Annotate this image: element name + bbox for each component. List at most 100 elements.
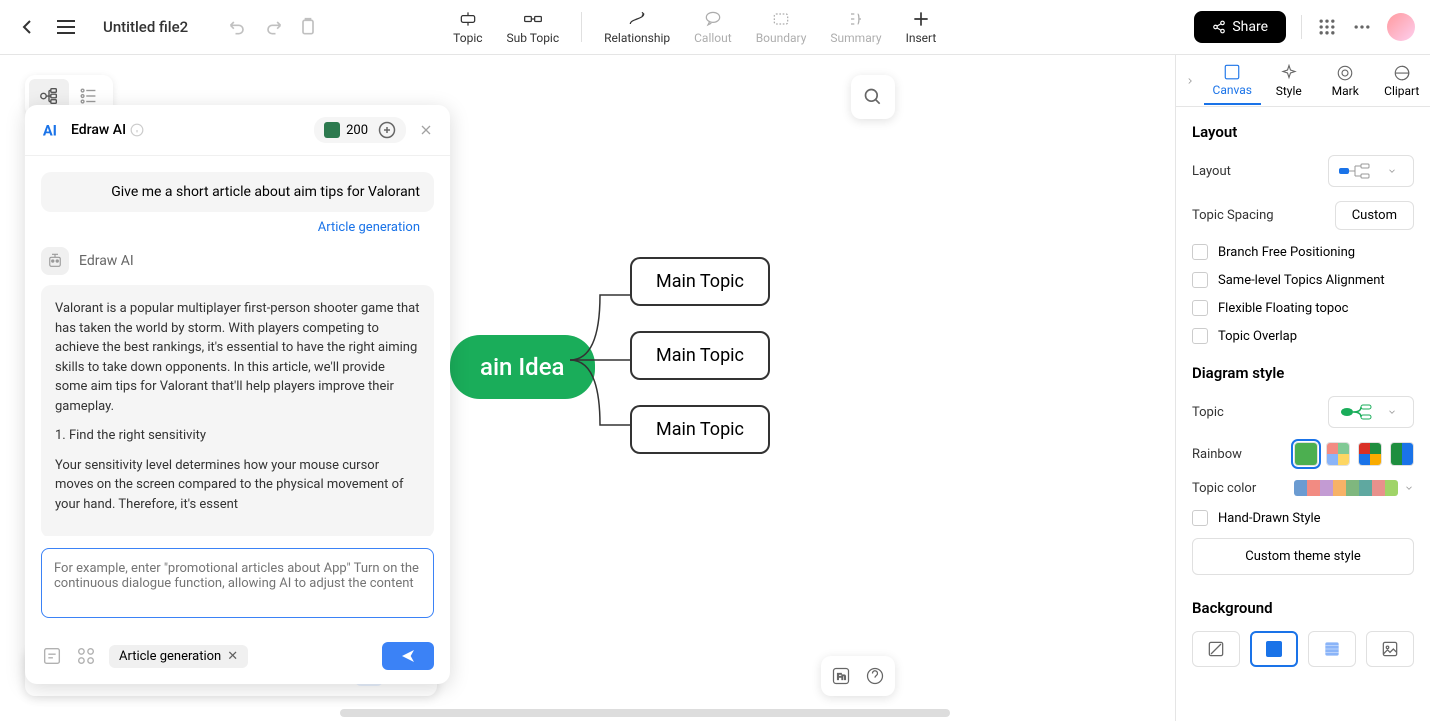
share-button[interactable]: Share xyxy=(1194,11,1286,43)
mindmap-icon xyxy=(38,85,60,107)
horizontal-scrollbar[interactable] xyxy=(340,709,950,717)
insert-button[interactable]: Insert xyxy=(894,4,949,50)
color-bar xyxy=(1294,480,1398,496)
relationship-button[interactable]: Relationship xyxy=(592,4,682,50)
topic-style-selector[interactable] xyxy=(1328,396,1414,428)
file-title[interactable]: Untitled file2 xyxy=(103,18,188,36)
ai-response-header: Edraw AI xyxy=(41,247,434,275)
topic-node-2[interactable]: Main Topic xyxy=(630,331,770,380)
ai-mode-tag: Article generation ✕ xyxy=(109,645,248,668)
no-bg-icon xyxy=(1206,639,1226,659)
checkbox-label: Hand-Drawn Style xyxy=(1218,511,1321,526)
checkbox-hand-drawn[interactable]: Hand-Drawn Style xyxy=(1192,510,1414,526)
rainbow-swatch-1[interactable] xyxy=(1294,442,1318,466)
checkbox[interactable] xyxy=(1192,300,1208,316)
spacing-row: Topic Spacing Custom xyxy=(1192,201,1414,230)
tab-canvas[interactable]: Canvas xyxy=(1204,57,1261,105)
checkbox[interactable] xyxy=(1192,244,1208,260)
rainbow-swatch-2[interactable] xyxy=(1326,442,1350,466)
custom-theme-button[interactable]: Custom theme style xyxy=(1192,538,1414,575)
user-avatar[interactable] xyxy=(1387,13,1415,41)
checkbox[interactable] xyxy=(1192,510,1208,526)
ai-content: Give me a short article about aim tips f… xyxy=(25,156,450,536)
bg-option-pattern[interactable] xyxy=(1308,631,1356,667)
checkbox-flexible[interactable]: Flexible Floating topoc xyxy=(1192,300,1414,316)
search-button[interactable] xyxy=(851,75,895,119)
help-icon[interactable] xyxy=(865,666,885,686)
rainbow-swatches xyxy=(1294,442,1414,466)
callout-button[interactable]: Callout xyxy=(682,4,744,50)
main-idea-node[interactable]: ain Idea xyxy=(450,335,595,399)
checkbox-label: Flexible Floating topoc xyxy=(1218,301,1348,316)
more-icon[interactable] xyxy=(1352,17,1372,37)
info-icon[interactable] xyxy=(130,123,144,137)
redo-button[interactable] xyxy=(263,17,283,37)
checkbox[interactable] xyxy=(1192,272,1208,288)
user-message: Give me a short article about aim tips f… xyxy=(41,172,434,212)
ai-panel-header: AI Edraw AI 200 xyxy=(25,105,450,156)
checkbox-same-level[interactable]: Same-level Topics Alignment xyxy=(1192,272,1414,288)
clipboard-button[interactable] xyxy=(298,17,318,37)
separator xyxy=(1301,15,1302,39)
checkbox-branch-free[interactable]: Branch Free Positioning xyxy=(1192,244,1414,260)
rainbow-row: Rainbow xyxy=(1192,442,1414,466)
ai-avatar-icon xyxy=(41,247,69,275)
expand-panel-button[interactable] xyxy=(1176,74,1204,88)
tab-clipart[interactable]: Clipart xyxy=(1374,58,1430,104)
ai-mode-label: Article generation xyxy=(119,649,221,664)
topic-node-3[interactable]: Main Topic xyxy=(630,405,770,454)
topic-style-thumb xyxy=(1339,403,1379,421)
add-credits-icon[interactable] xyxy=(378,121,396,139)
attachment-icon[interactable] xyxy=(41,645,63,667)
checkbox-label: Branch Free Positioning xyxy=(1218,245,1355,260)
ai-logo-icon: AI xyxy=(41,119,63,141)
topic-color-row: Topic color xyxy=(1192,480,1414,496)
send-button[interactable] xyxy=(382,642,434,670)
boundary-label: Boundary xyxy=(756,31,807,45)
boundary-button[interactable]: Boundary xyxy=(744,4,819,50)
credits-icon xyxy=(324,122,340,138)
response-paragraph-1: Valorant is a popular multiplayer first-… xyxy=(55,299,420,416)
tab-mark[interactable]: Mark xyxy=(1317,58,1374,104)
rainbow-label: Rainbow xyxy=(1192,447,1242,462)
function-icon[interactable]: Fn xyxy=(831,666,851,686)
settings-icon[interactable] xyxy=(75,645,97,667)
ai-input[interactable] xyxy=(41,548,434,618)
mindmap: ain Idea Main Topic Main Topic Main Topi… xyxy=(450,335,595,399)
back-button[interactable] xyxy=(15,15,39,39)
topic-button[interactable]: Topic xyxy=(441,4,494,50)
topic-style-label: Topic xyxy=(1192,405,1224,420)
summary-button[interactable]: Summary xyxy=(818,4,893,50)
menu-icon[interactable] xyxy=(54,15,78,39)
remove-tag-icon[interactable]: ✕ xyxy=(227,649,238,664)
bg-option-solid[interactable] xyxy=(1250,631,1298,667)
topic-color-label: Topic color xyxy=(1192,481,1256,496)
bg-option-image[interactable] xyxy=(1366,631,1414,667)
undo-button[interactable] xyxy=(228,17,248,37)
chevron-down-icon xyxy=(1387,407,1397,417)
apps-icon[interactable] xyxy=(1317,17,1337,37)
tab-canvas-label: Canvas xyxy=(1213,83,1252,97)
background-options xyxy=(1192,631,1414,667)
sub-topic-button[interactable]: Sub Topic xyxy=(495,4,572,50)
background-section-title: Background xyxy=(1192,599,1414,617)
chevron-down-icon xyxy=(1387,166,1397,176)
tab-mark-label: Mark xyxy=(1332,84,1359,98)
topic-node-1[interactable]: Main Topic xyxy=(630,257,770,306)
canvas-area[interactable]: AI Edraw AI 200 Give me a short article … xyxy=(0,55,1175,721)
ai-credits: 200 xyxy=(314,117,406,143)
custom-spacing-button[interactable]: Custom xyxy=(1335,201,1414,230)
bg-option-none[interactable] xyxy=(1192,631,1240,667)
tab-style[interactable]: Style xyxy=(1261,58,1318,104)
rainbow-swatch-4[interactable] xyxy=(1390,442,1414,466)
topic-style-row: Topic xyxy=(1192,396,1414,428)
layout-selector[interactable] xyxy=(1328,155,1414,187)
chevron-right-icon xyxy=(1185,74,1195,88)
rainbow-swatch-3[interactable] xyxy=(1358,442,1382,466)
close-icon[interactable] xyxy=(418,122,434,138)
checkbox[interactable] xyxy=(1192,328,1208,344)
style-icon xyxy=(1280,64,1298,82)
checkbox-overlap[interactable]: Topic Overlap xyxy=(1192,328,1414,344)
topic-color-picker[interactable] xyxy=(1294,480,1414,496)
relationship-label: Relationship xyxy=(604,31,670,45)
